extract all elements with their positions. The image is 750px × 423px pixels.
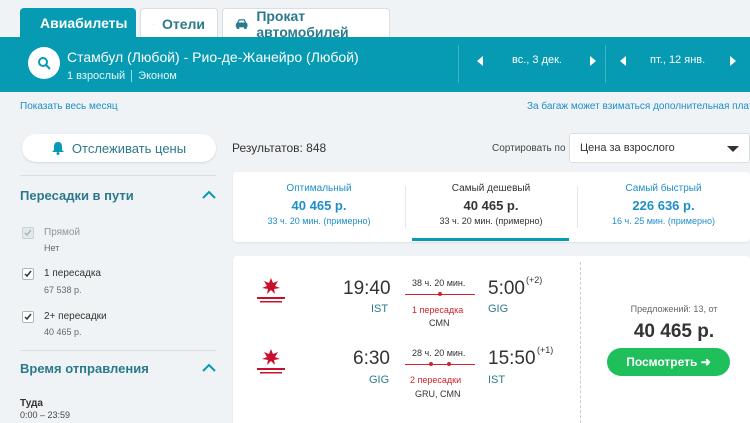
offers-count: Предложений: 13, от xyxy=(630,304,718,314)
chevron-right-icon xyxy=(730,56,736,66)
leg1-arrival-time: 5:00 xyxy=(488,278,525,299)
search-summary-bar[interactable]: Стамбул (Любой) - Рио-де-Жанейро (Любой)… xyxy=(0,37,750,92)
divider xyxy=(605,45,606,83)
checkbox-direct[interactable] xyxy=(22,227,34,239)
bell-icon xyxy=(51,142,64,155)
departure-time-range: 0:00 – 23:59 xyxy=(20,410,71,420)
option-direct-label: Прямой xyxy=(44,227,81,238)
show-month-link[interactable]: Показать весь месяц xyxy=(20,101,118,112)
chevron-up-icon[interactable] xyxy=(202,363,216,373)
leg2-stops: 2 пересадки xyxy=(410,375,462,385)
sort-summary-card: Оптимальный 40 465 р. 33 ч. 20 мин. (при… xyxy=(233,172,750,242)
sort-label: Сортировать по xyxy=(492,143,566,154)
leg2-arrival-day-offset: (+1) xyxy=(537,345,554,355)
next-depart-date-button[interactable] xyxy=(588,54,598,68)
leg1-stops: 1 пересадка xyxy=(412,305,464,315)
summary-cheapest-title: Самый дешевый xyxy=(451,183,531,194)
prev-depart-date-button[interactable] xyxy=(475,54,485,68)
passengers-text[interactable]: 1 взрослый xyxy=(67,70,125,82)
tab-label: Авиабилеты xyxy=(40,15,128,31)
leg2-arrival-time: 15:50 xyxy=(488,348,536,369)
option-one-stop-label: 1 пересадка xyxy=(44,268,101,279)
summary-best-title: Оптимальный xyxy=(286,183,352,194)
sort-select[interactable]: Цена за взрослого xyxy=(569,133,750,163)
depart-date[interactable]: вс., 3 дек. xyxy=(512,54,562,66)
option-direct-price: Нет xyxy=(44,243,60,253)
check-icon xyxy=(24,270,32,278)
search-button[interactable] xyxy=(28,47,60,79)
summary-cheapest[interactable]: Самый дешевый 40 465 р. 33 ч. 20 мин. (п… xyxy=(405,172,577,242)
chevron-up-icon[interactable] xyxy=(202,190,216,200)
summary-best[interactable]: Оптимальный 40 465 р. 33 ч. 20 мин. (при… xyxy=(233,172,405,242)
leg2-via-airports: GRU, CMN xyxy=(415,389,461,399)
leg2-stop-dot xyxy=(447,362,451,366)
trip-details: 1 взрослый Эконом xyxy=(67,70,177,82)
option-two-plus-stops-price: 40 465 р. xyxy=(44,327,82,337)
leg1-stop-dot xyxy=(438,292,442,296)
view-deal-button[interactable]: Посмотреть ➜ xyxy=(607,348,730,376)
summary-best-price: 40 465 р. xyxy=(291,198,347,213)
chevron-left-icon xyxy=(477,56,483,66)
summary-fastest-duration: 16 ч. 25 мин. (примерно) xyxy=(612,216,715,226)
divider xyxy=(580,262,581,423)
divider xyxy=(458,45,459,83)
checkbox-one-stop[interactable] xyxy=(22,268,34,280)
leg1-via-airports: CMN xyxy=(429,318,450,328)
view-deal-label: Посмотреть ➜ xyxy=(626,355,711,369)
prev-return-date-button[interactable] xyxy=(618,54,628,68)
checkbox-two-plus-stops[interactable] xyxy=(22,311,34,323)
track-prices-label: Отслеживать цены xyxy=(71,140,187,156)
chevron-right-icon xyxy=(590,56,596,66)
sort-value: Цена за взрослого xyxy=(580,142,675,154)
tab-label: Отели xyxy=(161,15,205,32)
leg2-duration: 28 ч. 20 мин. xyxy=(412,348,466,358)
summary-fastest-title: Самый быстрый xyxy=(625,183,702,194)
departure-direction-label: Туда xyxy=(20,398,43,409)
stops-filter-title[interactable]: Пересадки в пути xyxy=(20,188,134,203)
chevron-down-icon xyxy=(727,146,739,152)
divider xyxy=(20,350,216,351)
tab-label: Прокат автомобилей xyxy=(256,7,349,40)
tab-car-rental[interactable]: Прокат автомобилей xyxy=(222,7,390,40)
selected-indicator xyxy=(412,238,569,241)
departure-time-filter-title[interactable]: Время отправления xyxy=(20,361,149,376)
next-return-date-button[interactable] xyxy=(728,54,738,68)
return-date[interactable]: пт., 12 янв. xyxy=(650,54,705,66)
summary-fastest-price: 226 636 р. xyxy=(632,198,695,213)
leg2-departure-airport: GIG xyxy=(369,374,390,386)
summary-cheapest-price: 40 465 р. xyxy=(463,198,519,213)
track-prices-button[interactable]: Отслеживать цены xyxy=(22,134,216,162)
check-icon xyxy=(24,313,32,321)
leg1-arrival-airport: GIG xyxy=(488,303,509,315)
baggage-note-link[interactable]: За багаж может взиматься дополнительная … xyxy=(527,101,750,112)
option-two-plus-stops-label: 2+ пересадки xyxy=(44,311,107,322)
leg1-arrival-day-offset: (+2) xyxy=(526,275,543,285)
summary-fastest[interactable]: Самый быстрый 226 636 р. 16 ч. 25 мин. (… xyxy=(577,172,750,242)
results-count: Результатов: 848 xyxy=(232,141,327,155)
leg2-stop-dot xyxy=(429,362,433,366)
bed-icon xyxy=(153,23,154,24)
summary-best-duration: 33 ч. 20 мин. (примерно) xyxy=(267,216,371,226)
royal-air-maroc-logo-icon xyxy=(257,349,285,374)
tab-hotels[interactable]: Отели xyxy=(140,8,218,38)
leg1-departure-time: 19:40 xyxy=(343,278,391,299)
tab-flights[interactable]: Авиабилеты xyxy=(20,8,136,38)
leg2-departure-time: 6:30 xyxy=(353,348,390,369)
royal-air-maroc-logo-icon xyxy=(257,278,285,303)
cabin-text[interactable]: Эконом xyxy=(138,70,177,82)
leg2-route-line xyxy=(405,364,475,365)
summary-cheapest-duration: 33 ч. 20 мин. (примерно) xyxy=(439,216,543,226)
leg2-arrival-airport: IST xyxy=(488,374,506,386)
divider xyxy=(20,175,216,176)
search-icon xyxy=(38,57,51,70)
result-price: 40 465 р. xyxy=(633,321,715,342)
route-text[interactable]: Стамбул (Любой) - Рио-де-Жанейро (Любой) xyxy=(67,49,359,65)
chevron-left-icon xyxy=(620,56,626,66)
leg1-departure-airport: IST xyxy=(371,303,389,315)
leg1-duration: 38 ч. 20 мин. xyxy=(412,278,466,288)
option-one-stop-price: 67 538 р. xyxy=(44,285,82,295)
check-icon xyxy=(24,229,32,237)
car-icon xyxy=(235,18,248,29)
